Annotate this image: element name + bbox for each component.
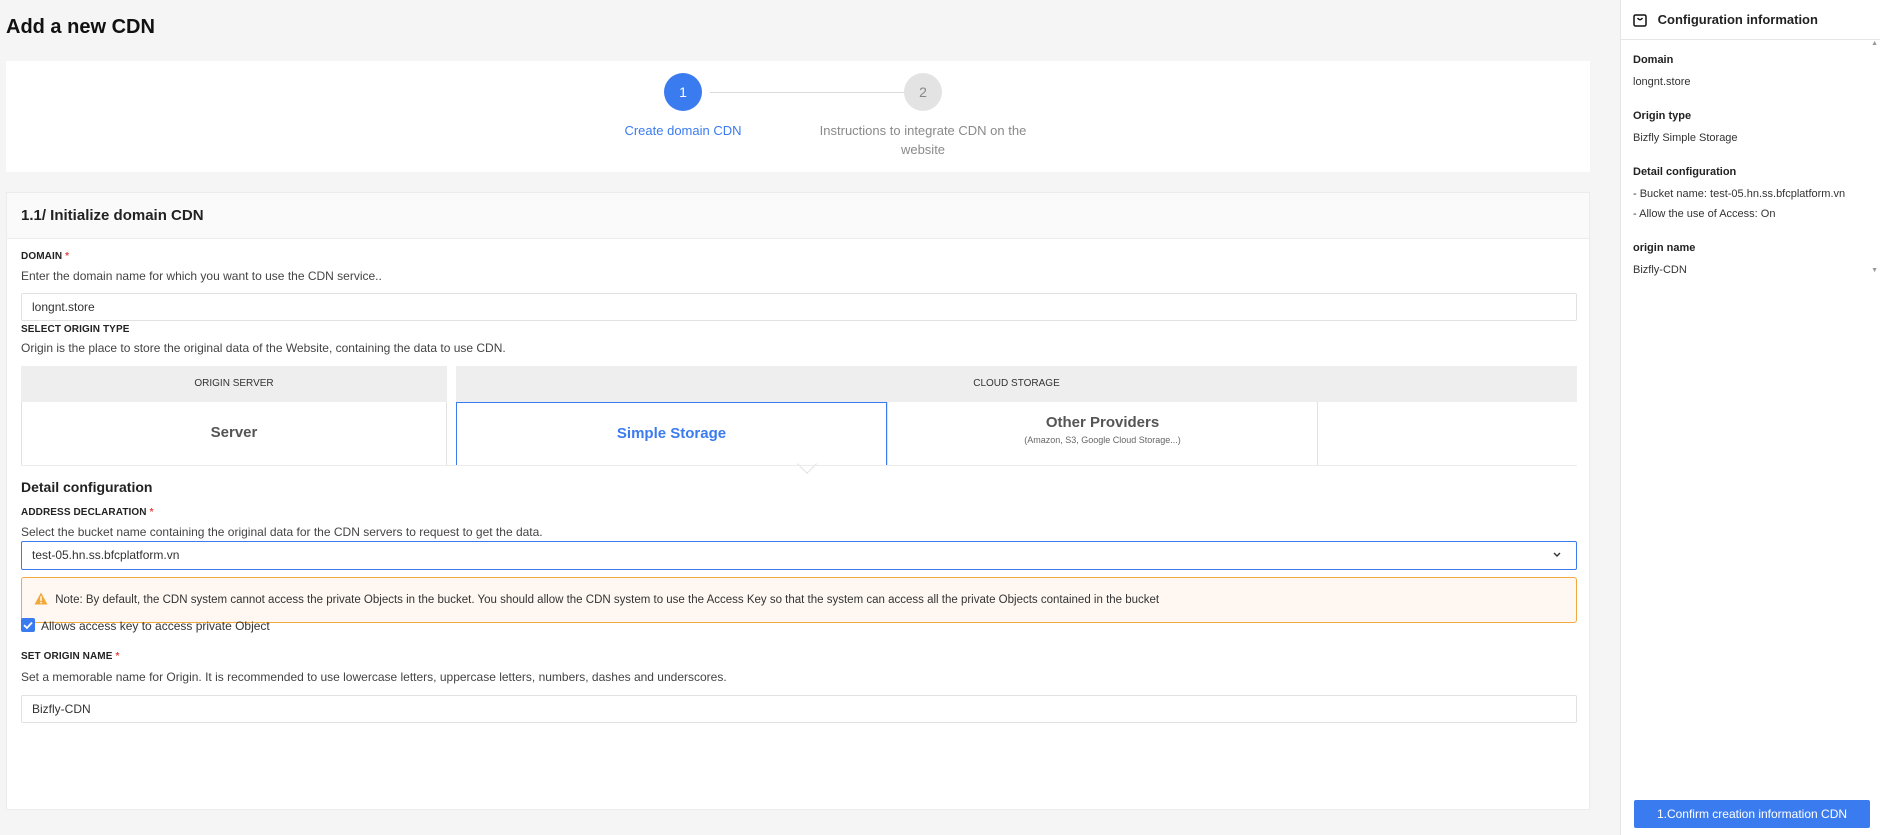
origin-name-description: Set a memorable name for Origin. It is r… [21, 670, 727, 684]
origin-server-group-header: ORIGIN SERVER [21, 366, 447, 402]
check-icon [23, 621, 33, 630]
shopping-bag-icon [1633, 12, 1647, 27]
option-server-title: Server [210, 424, 258, 441]
address-declaration-description: Select the bucket name containing the or… [21, 525, 543, 539]
step-1-label: Create domain CDN [624, 123, 742, 138]
bucket-select[interactable]: test-05.hn.ss.bfcplatform.vn [21, 541, 1577, 570]
chevron-down-icon [1552, 542, 1562, 578]
option-simple-storage-title: Simple Storage [616, 425, 727, 442]
option-other-providers[interactable]: Other Providers (Amazon, S3, Google Clou… [887, 402, 1318, 466]
step-2[interactable]: 2 Instructions to integrate CDN on the w… [803, 73, 1043, 159]
address-declaration-label: ADDRESS DECLARATION * [21, 507, 154, 518]
stepper: 1 Create domain CDN 2 Instructions to in… [6, 61, 1590, 172]
sidebar-header: Configuration information [1621, 0, 1880, 40]
domain-label: DOMAIN * [21, 251, 70, 262]
option-simple-storage[interactable]: Simple Storage [456, 402, 887, 466]
step-1-circle: 1 [664, 73, 702, 111]
required-mark: * [115, 651, 120, 662]
config-info-sidebar: Configuration information ▲ Domain longn… [1620, 0, 1880, 835]
origin-type-label: SELECT ORIGIN TYPE [21, 324, 130, 335]
cloud-storage-group-header: CLOUD STORAGE [456, 366, 1577, 402]
access-note: Note: By default, the CDN system cannot … [21, 577, 1577, 623]
origin-server-group: ORIGIN SERVER Server [21, 366, 447, 466]
sidebar-item-detail-config: Detail configuration - Bucket name: test… [1633, 166, 1846, 220]
main-content: Add a new CDN 1 Create domain CDN 2 Inst… [0, 0, 1620, 835]
option-other-providers-title: Other Providers [1045, 414, 1160, 431]
detail-config-title: Detail configuration [21, 479, 153, 495]
required-mark: * [65, 251, 70, 262]
origin-type-description: Origin is the place to store the origina… [21, 341, 506, 355]
option-other-providers-subtitle: (Amazon, S3, Google Cloud Storage...) [1024, 435, 1181, 445]
origin-name-label: SET ORIGIN NAME * [21, 651, 120, 662]
sidebar-item-origin-name: origin name Bizfly-CDN [1633, 242, 1696, 276]
access-note-text: Note: By default, the CDN system cannot … [55, 594, 1160, 606]
access-key-checkbox[interactable] [21, 618, 35, 632]
cloud-storage-group: CLOUD STORAGE Simple Storage Other Provi… [456, 366, 1577, 466]
origin-type-selector: ORIGIN SERVER Server CLOUD STORAGE Simpl… [21, 366, 1577, 466]
required-mark: * [149, 507, 154, 518]
warning-triangle-icon [34, 580, 48, 605]
scroll-down-arrow-icon[interactable]: ▼ [1871, 267, 1878, 274]
step-2-label: Instructions to integrate CDN on the web… [819, 123, 1027, 157]
form-section-title: 1.1/ Initialize domain CDN [7, 193, 1589, 239]
origin-name-input[interactable] [21, 695, 1577, 723]
sidebar-item-origin-type: Origin type Bizfly Simple Storage [1633, 110, 1738, 144]
bucket-select-value: test-05.hn.ss.bfcplatform.vn [32, 548, 180, 562]
confirm-creation-button[interactable]: 1.Confirm creation information CDN [1634, 800, 1870, 828]
divider [21, 465, 1577, 466]
option-server[interactable]: Server [21, 402, 447, 466]
sidebar-body: Domain longnt.store Origin type Bizfly S… [1621, 40, 1880, 312]
sidebar-title: Configuration information [1657, 12, 1818, 27]
step-2-circle: 2 [904, 73, 942, 111]
init-domain-form: 1.1/ Initialize domain CDN DOMAIN * Enter… [6, 192, 1590, 810]
access-key-checkbox-label: Allows access key to access private Obje… [41, 619, 270, 633]
domain-input[interactable] [21, 293, 1577, 321]
sidebar-item-domain: Domain longnt.store [1633, 54, 1691, 88]
page-title: Add a new CDN [6, 16, 155, 38]
step-1[interactable]: 1 Create domain CDN [563, 73, 803, 140]
domain-description: Enter the domain name for which you want… [21, 269, 382, 283]
